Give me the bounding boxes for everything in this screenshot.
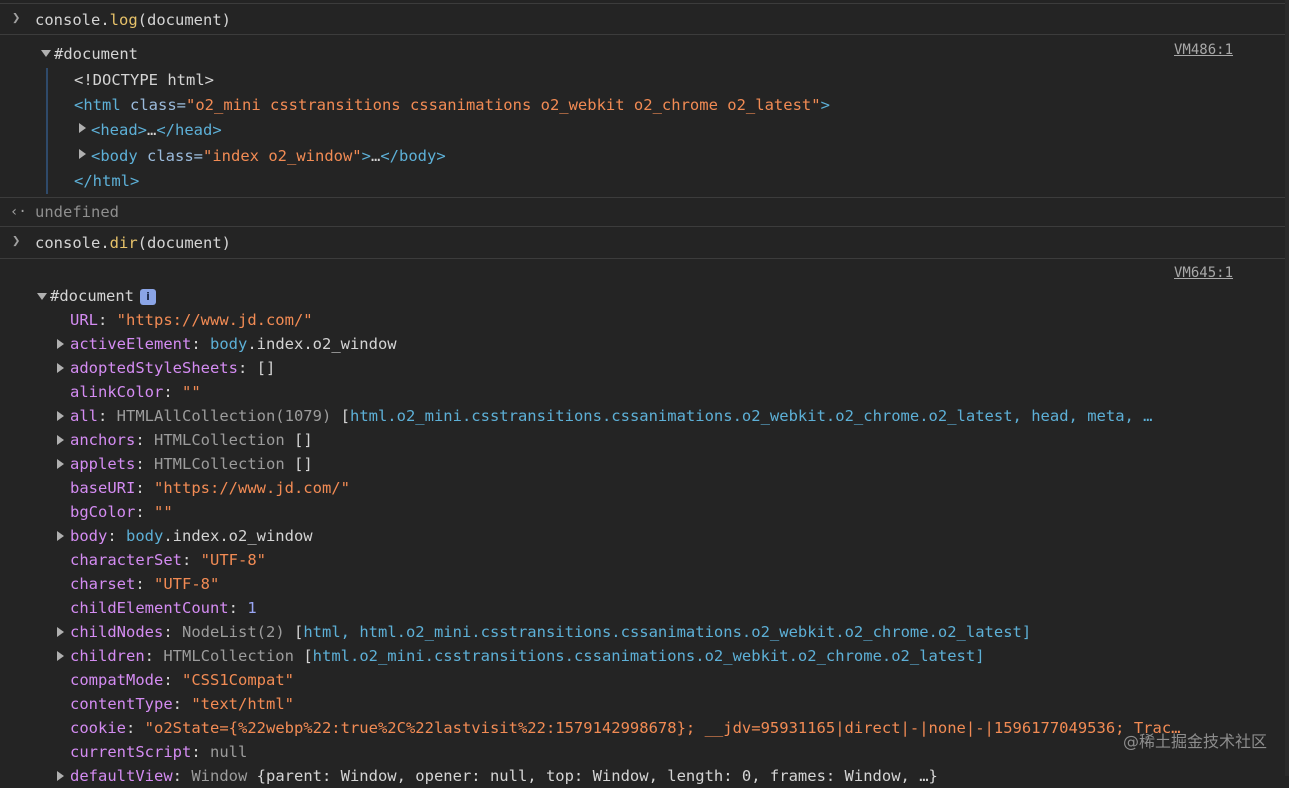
collapse-triangle-icon[interactable] [37, 293, 47, 300]
html-close-node: </html> [74, 172, 140, 190]
prop-all[interactable]: all: HTMLAllCollection(1079) [html.o2_mi… [70, 404, 1153, 428]
source-link[interactable]: VM645:1 [1174, 265, 1233, 281]
input-prompt-icon: ❯ [12, 10, 21, 26]
result-value: undefined [35, 203, 119, 221]
expand-triangle-icon[interactable] [57, 627, 64, 637]
expand-triangle-icon[interactable] [57, 651, 64, 661]
prop-adoptedStyleSheets[interactable]: adoptedStyleSheets: [] [70, 356, 275, 380]
prop-compatMode[interactable]: compatMode: "CSS1Compat" [70, 668, 294, 692]
expand-triangle-icon[interactable] [57, 531, 64, 541]
html-node[interactable]: <html class="o2_mini csstransitions cssa… [74, 93, 830, 117]
expand-triangle-icon[interactable] [57, 339, 64, 349]
watermark: @稀土掘金技术社区 [1122, 732, 1267, 751]
expand-triangle-icon[interactable] [79, 123, 86, 133]
prop-children[interactable]: children: HTMLCollection [html.o2_mini.c… [70, 644, 985, 668]
scrollbar[interactable] [1285, 0, 1289, 776]
prop-currentScript[interactable]: currentScript: null [70, 740, 247, 764]
head-node[interactable]: <head>…</head> [91, 118, 222, 142]
prop-childElementCount[interactable]: childElementCount: 1 [70, 596, 257, 620]
input-prompt-icon: ❯ [12, 233, 21, 249]
prop-childNodes[interactable]: childNodes: NodeList(2) [html, html.o2_m… [70, 620, 1031, 644]
devtools-console: ❯ console.log(document) VM486:1 #documen… [0, 0, 1289, 785]
expand-triangle-icon[interactable] [57, 363, 64, 373]
doctype-node[interactable]: <!DOCTYPE html> [74, 68, 214, 92]
prop-characterSet[interactable]: characterSet: "UTF-8" [70, 548, 266, 572]
prop-url[interactable]: URL: "https://www.jd.com/" [70, 308, 313, 332]
document-object[interactable]: #document i [50, 284, 156, 308]
document-node[interactable]: #document [54, 42, 138, 66]
command-text: console.log(document) [35, 11, 231, 29]
prop-applets[interactable]: applets: HTMLCollection [] [70, 452, 313, 476]
prop-alinkColor[interactable]: alinkColor: "" [70, 380, 201, 404]
prop-cookie[interactable]: cookie: "o2State={%22webp%22:true%2C%22l… [70, 716, 1250, 740]
expand-triangle-icon[interactable] [57, 459, 64, 469]
console-input-dir[interactable]: ❯ console.dir(document) [0, 227, 1289, 259]
tree-guide [46, 68, 48, 194]
expand-triangle-icon[interactable] [79, 149, 86, 159]
prop-body[interactable]: body: body.index.o2_window [70, 524, 313, 548]
expand-triangle-icon[interactable] [57, 771, 64, 781]
command-text: console.dir(document) [35, 234, 231, 252]
source-link[interactable]: VM486:1 [1174, 42, 1233, 58]
prop-contentType[interactable]: contentType: "text/html" [70, 692, 294, 716]
prop-defaultView[interactable]: defaultView: Window {parent: Window, ope… [70, 764, 938, 788]
console-input-log[interactable]: ❯ console.log(document) [0, 3, 1289, 35]
expand-triangle-icon[interactable] [57, 411, 64, 421]
prop-bgColor[interactable]: bgColor: "" [70, 500, 173, 524]
console-result: ‹· undefined [0, 197, 1289, 227]
prop-activeElement[interactable]: activeElement: body.index.o2_window [70, 332, 397, 356]
result-arrow-icon: ‹· [10, 204, 27, 220]
prop-baseURI[interactable]: baseURI: "https://www.jd.com/" [70, 476, 350, 500]
prop-charset[interactable]: charset: "UTF-8" [70, 572, 219, 596]
expand-triangle-icon[interactable] [57, 435, 64, 445]
info-icon[interactable]: i [140, 288, 156, 305]
collapse-triangle-icon[interactable] [41, 50, 51, 57]
body-node[interactable]: <body class="index o2_window">…</body> [91, 144, 446, 168]
prop-anchors[interactable]: anchors: HTMLCollection [] [70, 428, 313, 452]
